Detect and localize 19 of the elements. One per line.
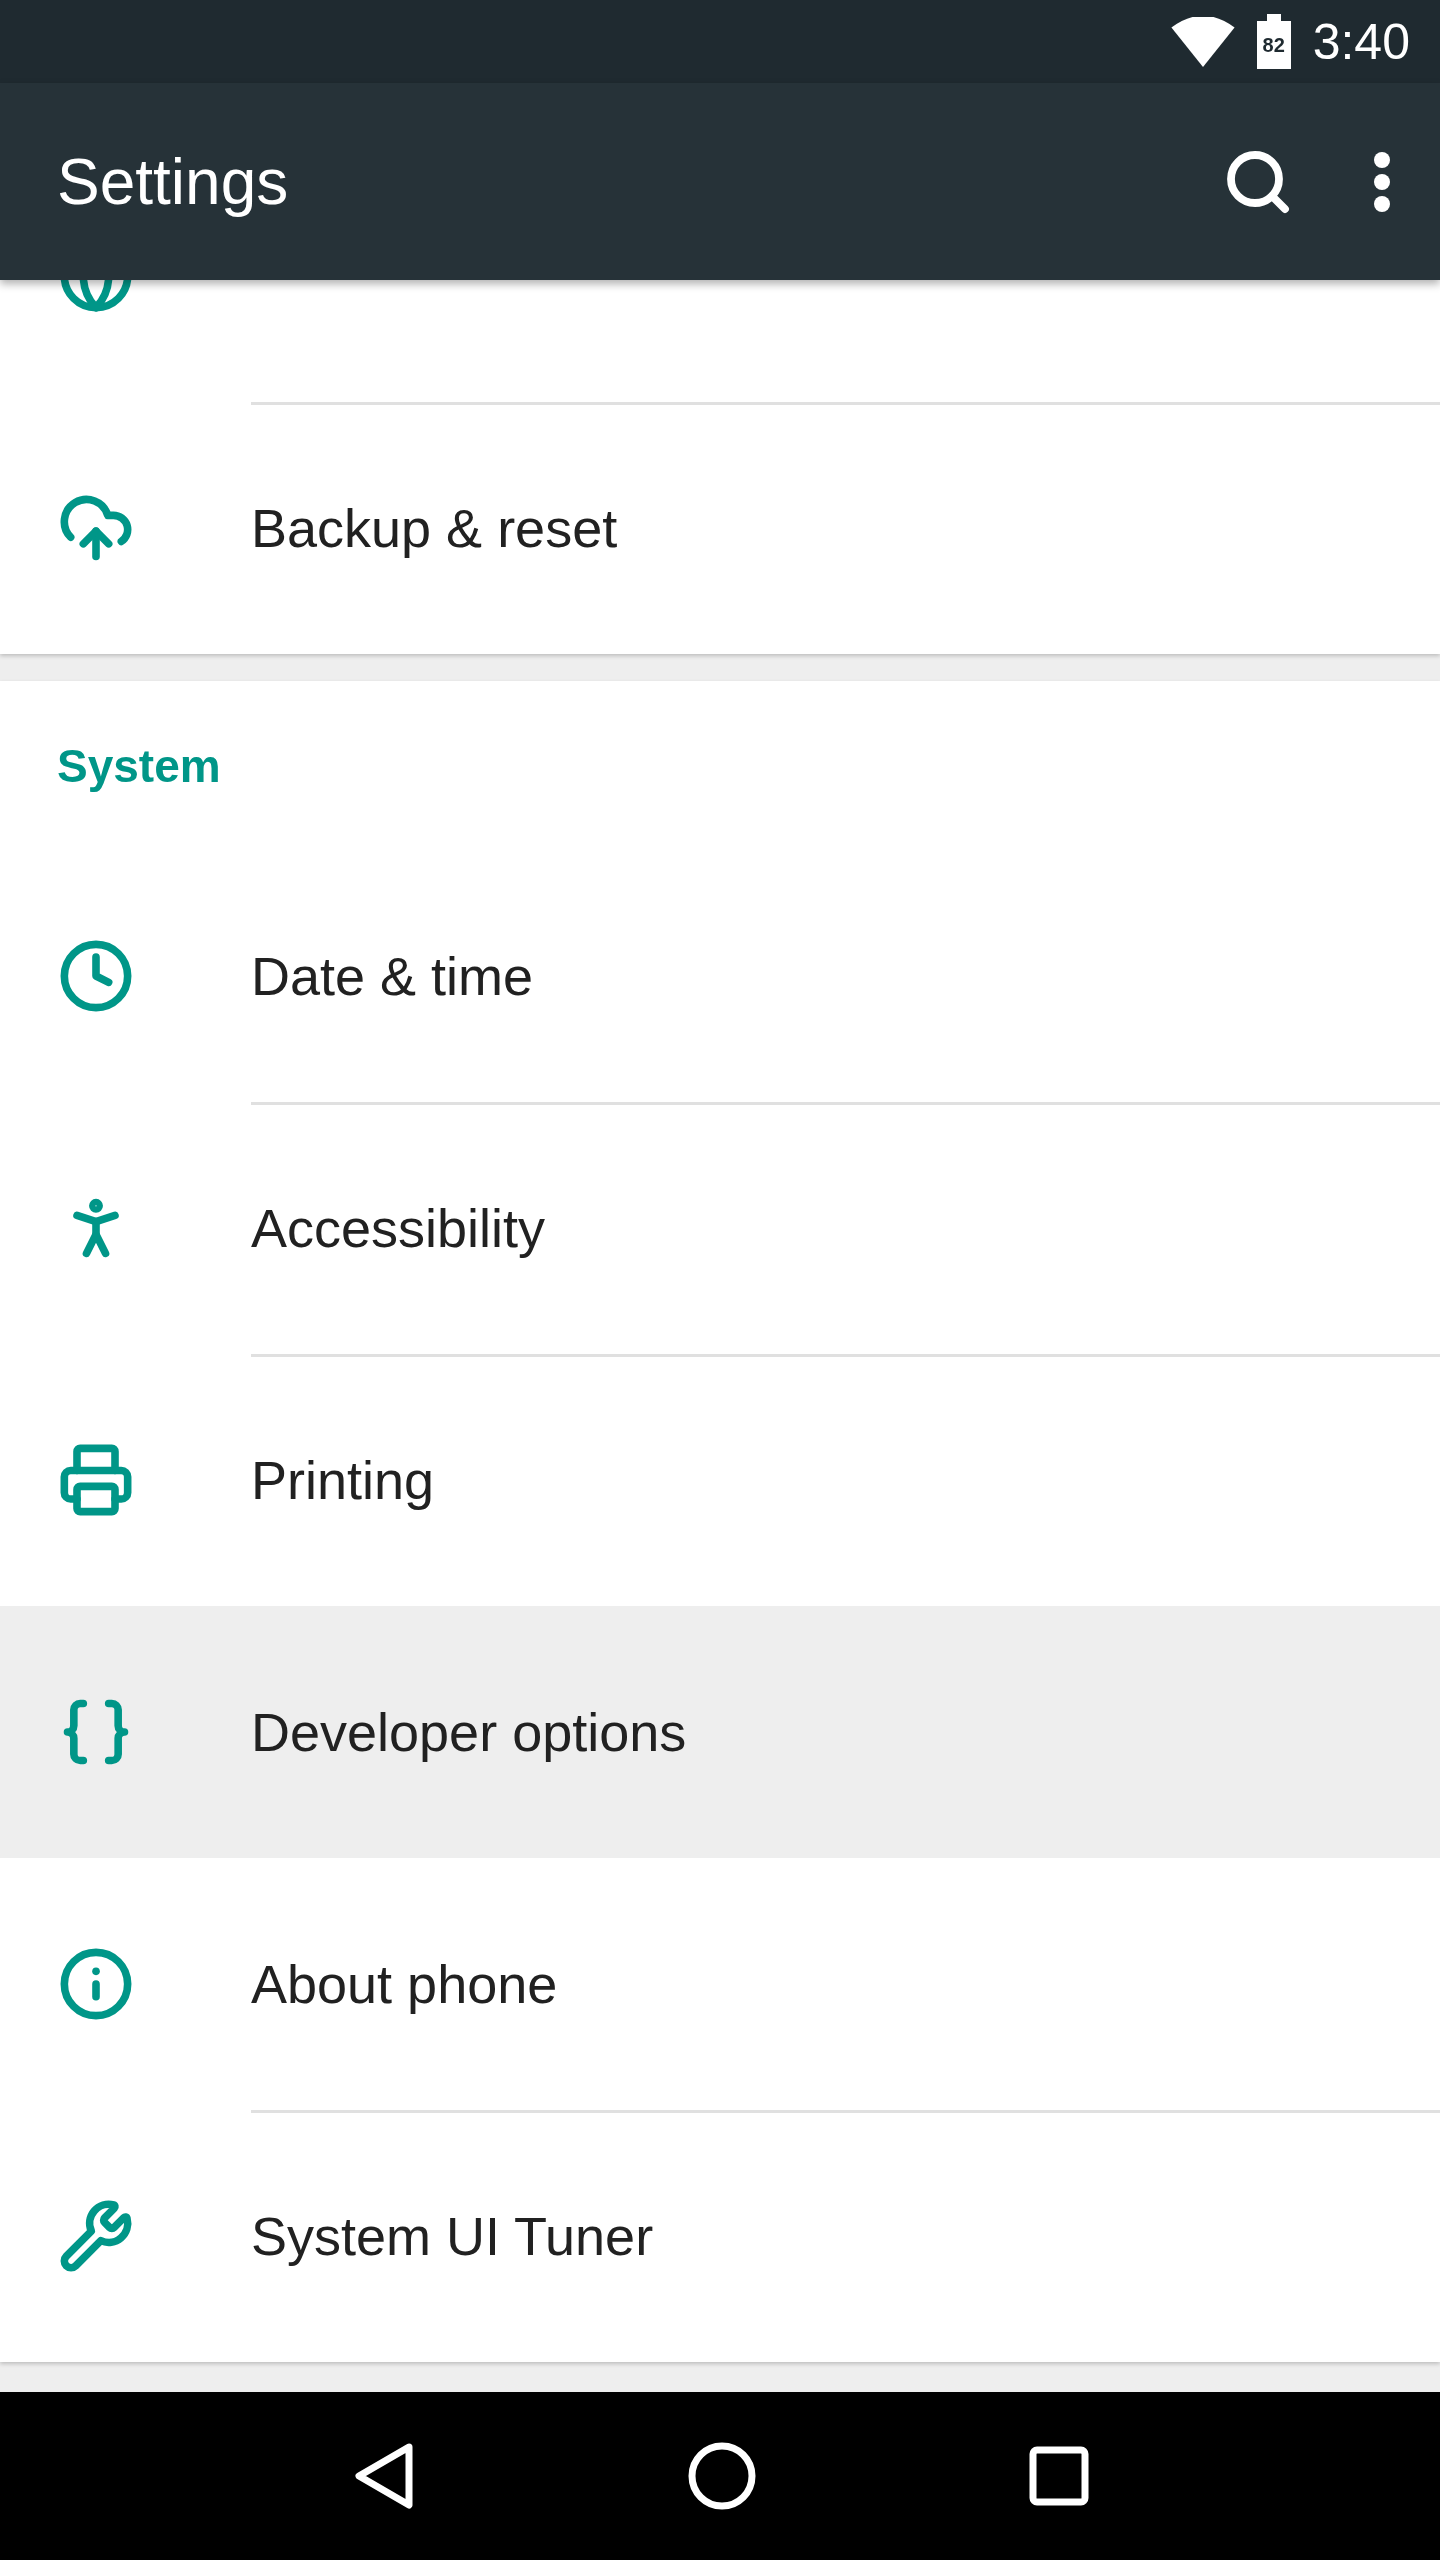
settings-item[interactable]: Printing xyxy=(0,1354,1440,1606)
more-icon xyxy=(1374,151,1390,212)
settings-item[interactable]: System UI Tuner xyxy=(0,2110,1440,2362)
settings-item[interactable]: About phone xyxy=(0,1858,1440,2110)
clock-icon xyxy=(58,938,134,1014)
settings-item[interactable]: Backup & reset xyxy=(0,402,1440,654)
settings-item[interactable]: Developer options xyxy=(0,1606,1440,1858)
clock-time: 3:40 xyxy=(1312,12,1410,71)
home-button[interactable] xyxy=(688,2442,756,2510)
info-icon xyxy=(58,1946,134,2022)
settings-item[interactable]: Date & time xyxy=(0,850,1440,1102)
wrench-icon xyxy=(58,2198,134,2274)
section-header: System xyxy=(57,738,221,793)
battery-level: 82 xyxy=(1256,14,1291,69)
settings-item[interactable]: Accessibility xyxy=(0,1102,1440,1354)
wifi-icon xyxy=(1170,16,1235,67)
recents-button[interactable] xyxy=(1028,2446,1089,2506)
app-title: Settings xyxy=(57,144,290,219)
printer-icon xyxy=(58,1442,134,1518)
